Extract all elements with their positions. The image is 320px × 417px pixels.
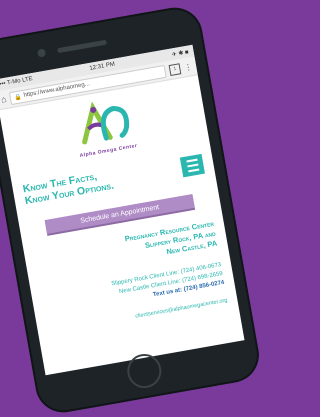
hamburger-menu-button[interactable] bbox=[179, 153, 205, 178]
page-content: Alpha Omega Center Know The Facts, Know … bbox=[0, 75, 239, 343]
tagline: Know The Facts, Know Your Options. bbox=[22, 168, 115, 207]
home-icon[interactable]: ⌂ bbox=[0, 94, 7, 105]
tab-switcher-button[interactable]: 1 bbox=[168, 62, 182, 76]
status-icons: ✈ ✱ ■ bbox=[171, 49, 190, 58]
phone: ••• T-Mo LTE 12:31 PM ✈ ✱ ■ ⌂ 🔒 https://… bbox=[0, 3, 264, 417]
menu-icon[interactable]: ⋮ bbox=[183, 62, 192, 72]
hamburger-bar bbox=[185, 158, 198, 163]
hamburger-bar bbox=[186, 163, 199, 168]
hamburger-bar bbox=[187, 168, 199, 173]
alpha-omega-logo bbox=[82, 101, 130, 145]
lock-icon: 🔒 bbox=[13, 93, 23, 101]
